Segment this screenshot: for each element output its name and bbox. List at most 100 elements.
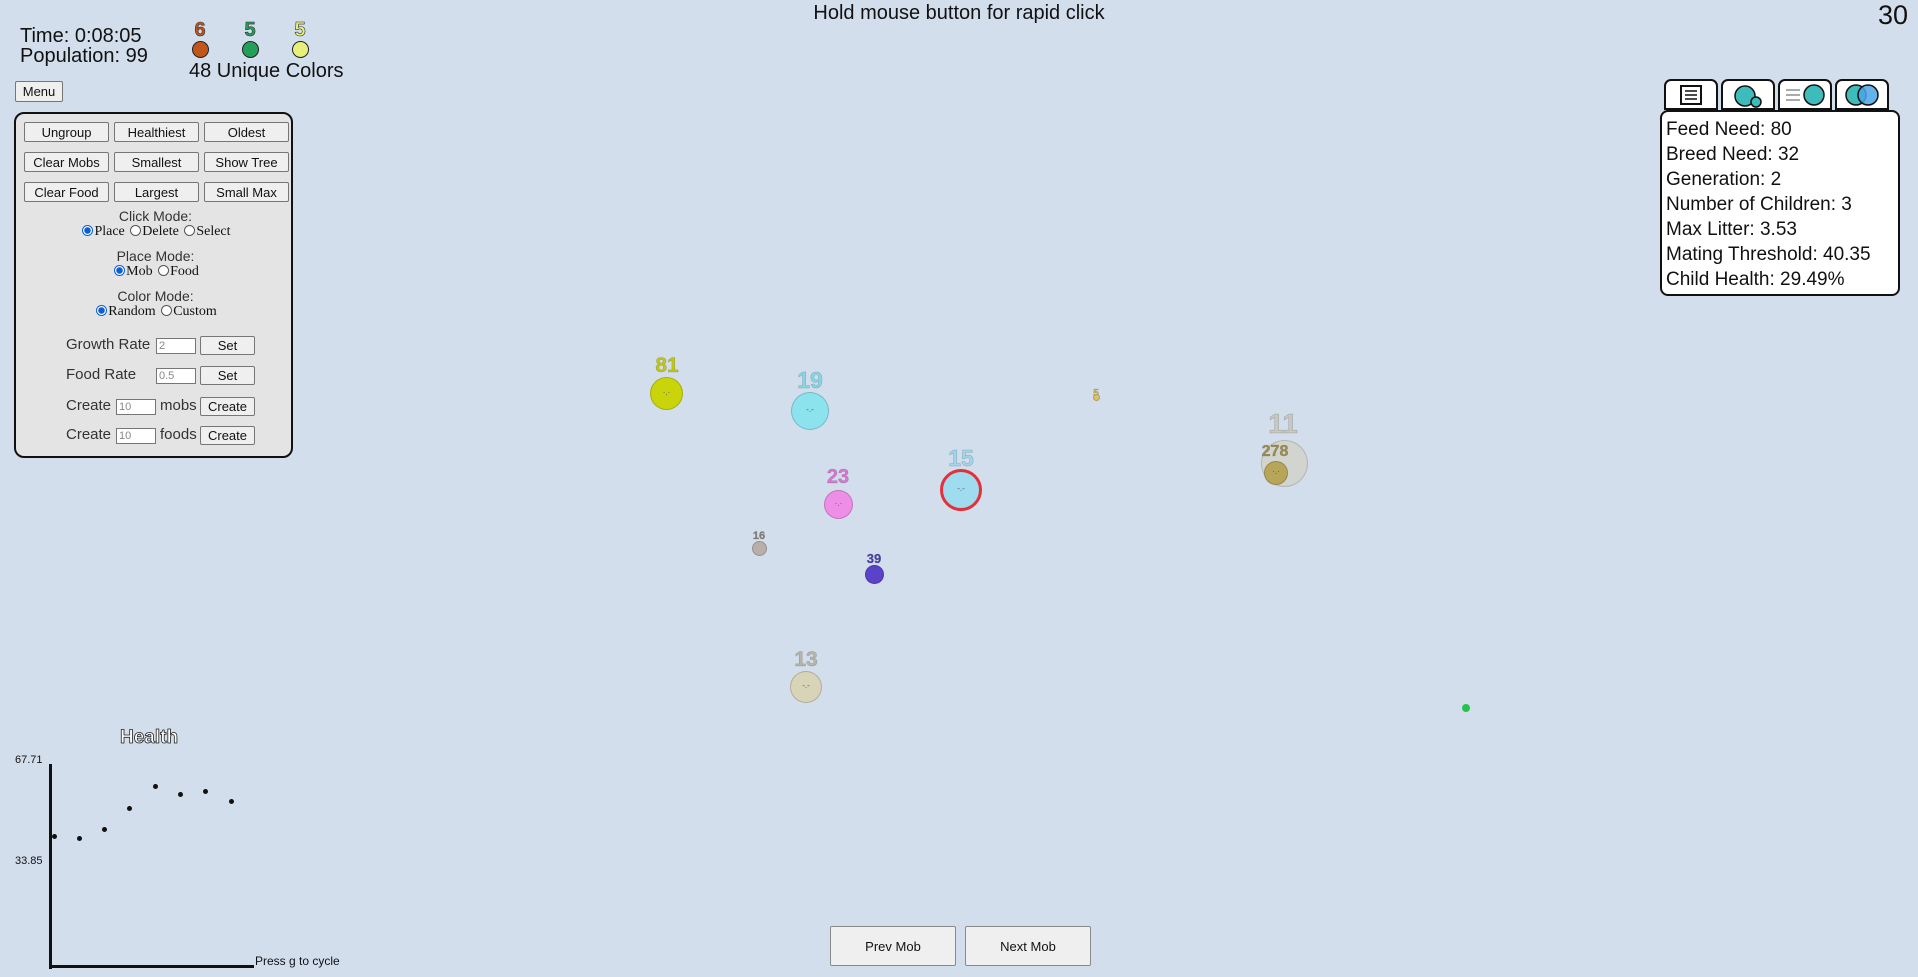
food-rate-label: Food Rate — [66, 366, 137, 383]
tab-child[interactable] — [1721, 79, 1775, 110]
color-mode-group: Color Mode: Random Custom — [16, 288, 295, 320]
mob[interactable]: -.- — [791, 392, 829, 430]
create-foods-input[interactable]: 10 — [116, 428, 156, 444]
create-mobs-label: Create — [66, 397, 112, 414]
click-mode-delete-radio[interactable] — [130, 225, 142, 236]
click-mode-group: Click Mode: Place Delete Select — [16, 208, 295, 240]
radio-label: Food — [170, 264, 199, 279]
mating-threshold: Mating Threshold: 40.35 — [1666, 244, 1871, 265]
child-health: Child Health: 29.49% — [1666, 269, 1845, 290]
graph-point — [152, 783, 158, 789]
radio-label: Place — [94, 224, 125, 239]
prev-mob-button[interactable]: Prev Mob — [830, 926, 956, 966]
mob-label: 278 — [1261, 443, 1289, 461]
small-max-button[interactable]: Small Max — [204, 182, 289, 202]
create-foods-label: Create — [66, 426, 112, 443]
mob[interactable]: ·.· — [650, 377, 683, 410]
mob-label: 11 — [1268, 408, 1298, 440]
color-dot — [291, 41, 309, 58]
healthiest-button[interactable]: Healthiest — [114, 122, 199, 142]
color-dot — [191, 41, 209, 58]
tab-list-mob[interactable] — [1778, 79, 1832, 110]
mob[interactable]: ·.· — [824, 490, 853, 519]
top-color-1: 6 — [175, 20, 225, 58]
selected-mob[interactable]: -.- — [940, 469, 982, 511]
food-pellet[interactable] — [1462, 704, 1470, 712]
growth-rate-input[interactable]: 2 — [156, 338, 196, 354]
radio-label: Custom — [173, 304, 217, 319]
create-foods-button[interactable]: Create — [200, 426, 255, 445]
mob-label: 81 — [655, 354, 679, 378]
breed-need: Breed Need: 32 — [1666, 144, 1800, 165]
tab-mates[interactable] — [1835, 79, 1889, 110]
place-mode-title: Place Mode: — [116, 248, 195, 264]
radio-label: Random — [108, 304, 156, 319]
number-of-children: Number of Children: 3 — [1666, 194, 1852, 215]
food-rate-input[interactable]: 0.5 — [156, 368, 196, 384]
create-mobs-input[interactable]: 10 — [116, 399, 156, 415]
color-mode-custom-radio[interactable] — [161, 305, 173, 316]
fps-counter: 30 — [1877, 0, 1908, 30]
next-mob-button[interactable]: Next Mob — [965, 926, 1091, 966]
mob[interactable]: -.- — [790, 671, 822, 703]
mob[interactable] — [865, 565, 884, 584]
graph-x-axis — [49, 965, 254, 968]
place-mode-group: Place Mode: Mob Food — [16, 248, 295, 280]
graph-title: Health — [120, 727, 179, 749]
mob[interactable] — [752, 541, 767, 556]
unique-colors-count: 48 Unique Colors — [189, 60, 344, 82]
show-tree-button[interactable]: Show Tree — [204, 152, 289, 172]
create-mobs-button[interactable]: Create — [200, 397, 255, 416]
mob-label: 23 — [826, 466, 850, 489]
create-mobs-suffix: mobs — [160, 397, 197, 414]
place-mode-mob-radio[interactable] — [114, 265, 126, 276]
oldest-button[interactable]: Oldest — [204, 122, 289, 142]
graph-cycle-hint: Press g to cycle — [255, 954, 340, 968]
smallest-button[interactable]: Smallest — [114, 152, 199, 172]
graph-point — [178, 791, 183, 797]
radio-label: Select — [196, 224, 231, 239]
generation: Generation: 2 — [1666, 169, 1782, 190]
color-mode-title: Color Mode: — [117, 288, 194, 304]
growth-rate-set-button[interactable]: Set — [200, 336, 255, 355]
click-mode-select-radio[interactable] — [184, 225, 196, 236]
color-dot — [241, 41, 259, 58]
tab-stats[interactable] — [1664, 79, 1718, 110]
stats-readout: Time: 0:08:05 Population: 99 — [20, 26, 148, 66]
ungroup-button[interactable]: Ungroup — [24, 122, 109, 142]
feed-need: Feed Need: 80 — [1666, 119, 1792, 140]
clear-food-button[interactable]: Clear Food — [24, 182, 109, 202]
growth-rate-label: Growth Rate — [66, 336, 151, 353]
largest-button[interactable]: Largest — [114, 182, 199, 202]
radio-label: Delete — [142, 224, 179, 239]
food-rate-set-button[interactable]: Set — [200, 366, 255, 385]
mates-icon — [1845, 84, 1879, 106]
graph-y-axis — [49, 764, 52, 969]
rapid-click-hint: Hold mouse button for rapid click — [813, 2, 1105, 24]
mob[interactable]: ·.· — [1264, 461, 1288, 485]
graph-point — [127, 805, 133, 811]
click-mode-place-radio[interactable] — [82, 225, 94, 236]
graph-point — [76, 835, 82, 841]
list-icon — [1680, 85, 1702, 105]
mob-label: 19 — [797, 367, 823, 394]
mob-label: 13 — [794, 648, 818, 672]
graph-ymid-label: 33.85 — [15, 855, 43, 867]
graph-point — [102, 826, 108, 832]
control-panel: Ungroup Healthiest Oldest Clear Mobs Sma… — [14, 112, 293, 458]
place-mode-food-radio[interactable] — [158, 265, 170, 276]
menu-button[interactable]: Menu — [15, 81, 63, 102]
clear-mobs-button[interactable]: Clear Mobs — [24, 152, 109, 172]
population-readout: Population: 99 — [20, 45, 148, 67]
graph-point — [203, 788, 209, 794]
mob[interactable] — [1093, 394, 1100, 401]
color-mode-random-radio[interactable] — [96, 305, 108, 316]
time-readout: Time: 0:08:05 — [20, 25, 142, 47]
click-mode-title: Click Mode: — [118, 208, 193, 224]
graph-point — [51, 833, 57, 839]
top-color-3: 5 — [275, 20, 325, 58]
mob-list-icon — [1786, 84, 1825, 106]
graph-ymax-label: 67.71 — [15, 754, 43, 766]
parent-child-icon — [1734, 85, 1762, 108]
mob-info-panel: Feed Need: 80 Breed Need: 32 Generation:… — [1660, 110, 1900, 296]
